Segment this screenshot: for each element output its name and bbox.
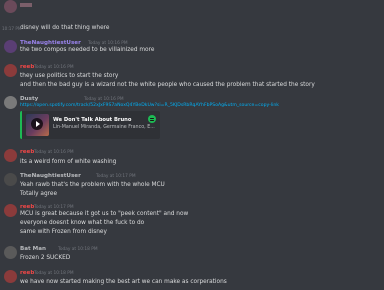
timestamp: Today at 10:16 PM [84,97,124,102]
spotify-embed[interactable]: We Don't Talk About Bruno Lin-Manuel Mir… [20,111,160,139]
timestamp: Today at 10:17 PM [34,205,74,210]
track-artist[interactable]: Lin-Manuel Miranda, Germaine Franco, E..… [53,125,155,130]
message-text: and then the bad guy is a wizard not the… [20,82,315,88]
avatar[interactable] [4,204,17,217]
message-text: Totally agree [20,191,58,197]
message-text: they use politics to start the story [20,73,119,79]
username[interactable]: Dusty [20,96,38,102]
username[interactable]: TheNaughtiestUser [20,40,81,46]
username[interactable]: reeb [20,64,34,70]
message-text: its a weird form of white washing [20,159,117,165]
chat-log: disney will do that thing where 10:17 PM… [0,0,384,290]
timestamp: Today at 10:16 PM [34,150,74,155]
avatar[interactable] [4,96,17,109]
timestamp: Today at 10:18 PM [58,247,98,252]
message-text: disney will do that thing where [20,25,110,31]
timestamp: Today at 10:16 PM [88,41,128,46]
message-text: same with Frozen from disney [20,229,107,235]
avatar[interactable] [4,173,17,186]
hover-timestamp: 10:17 PM [2,26,22,31]
avatar[interactable] [4,270,17,283]
track-title[interactable]: We Don't Talk About Bruno [53,117,131,123]
avatar[interactable] [4,149,17,162]
timestamp: Today at 10:17 PM [96,174,136,179]
spotify-icon [148,115,156,123]
message-text: we have now started making the best art … [20,279,227,285]
timestamp: Today at 10:16 PM [34,65,74,70]
username[interactable]: TheNaughtiestUser [20,173,81,179]
spotify-link[interactable]: https://open.spotify.com/track/52xJxF9S7… [20,103,279,108]
message-text: Frozen 2 SUCKED [20,255,71,261]
message-text: everyone doesnt know what the fuck to do [20,220,145,226]
avatar[interactable] [4,246,17,259]
message-text: MCU is great because it got us to "peek … [20,211,189,217]
avatar[interactable] [4,0,17,13]
message-text: the two compos needed to be villainized … [20,47,155,53]
avatar[interactable] [4,64,17,77]
username[interactable]: reeb [20,270,34,276]
message-text: Yeah rawb that's the problem with the wh… [20,182,165,188]
username[interactable]: Bat Man [20,246,46,252]
username[interactable]: reeb [20,149,34,155]
timestamp: Today at 10:18 PM [34,271,74,276]
avatar[interactable] [4,40,17,53]
username[interactable]: reeb [20,204,34,210]
play-icon[interactable] [31,118,43,130]
sticker-image [20,3,32,7]
